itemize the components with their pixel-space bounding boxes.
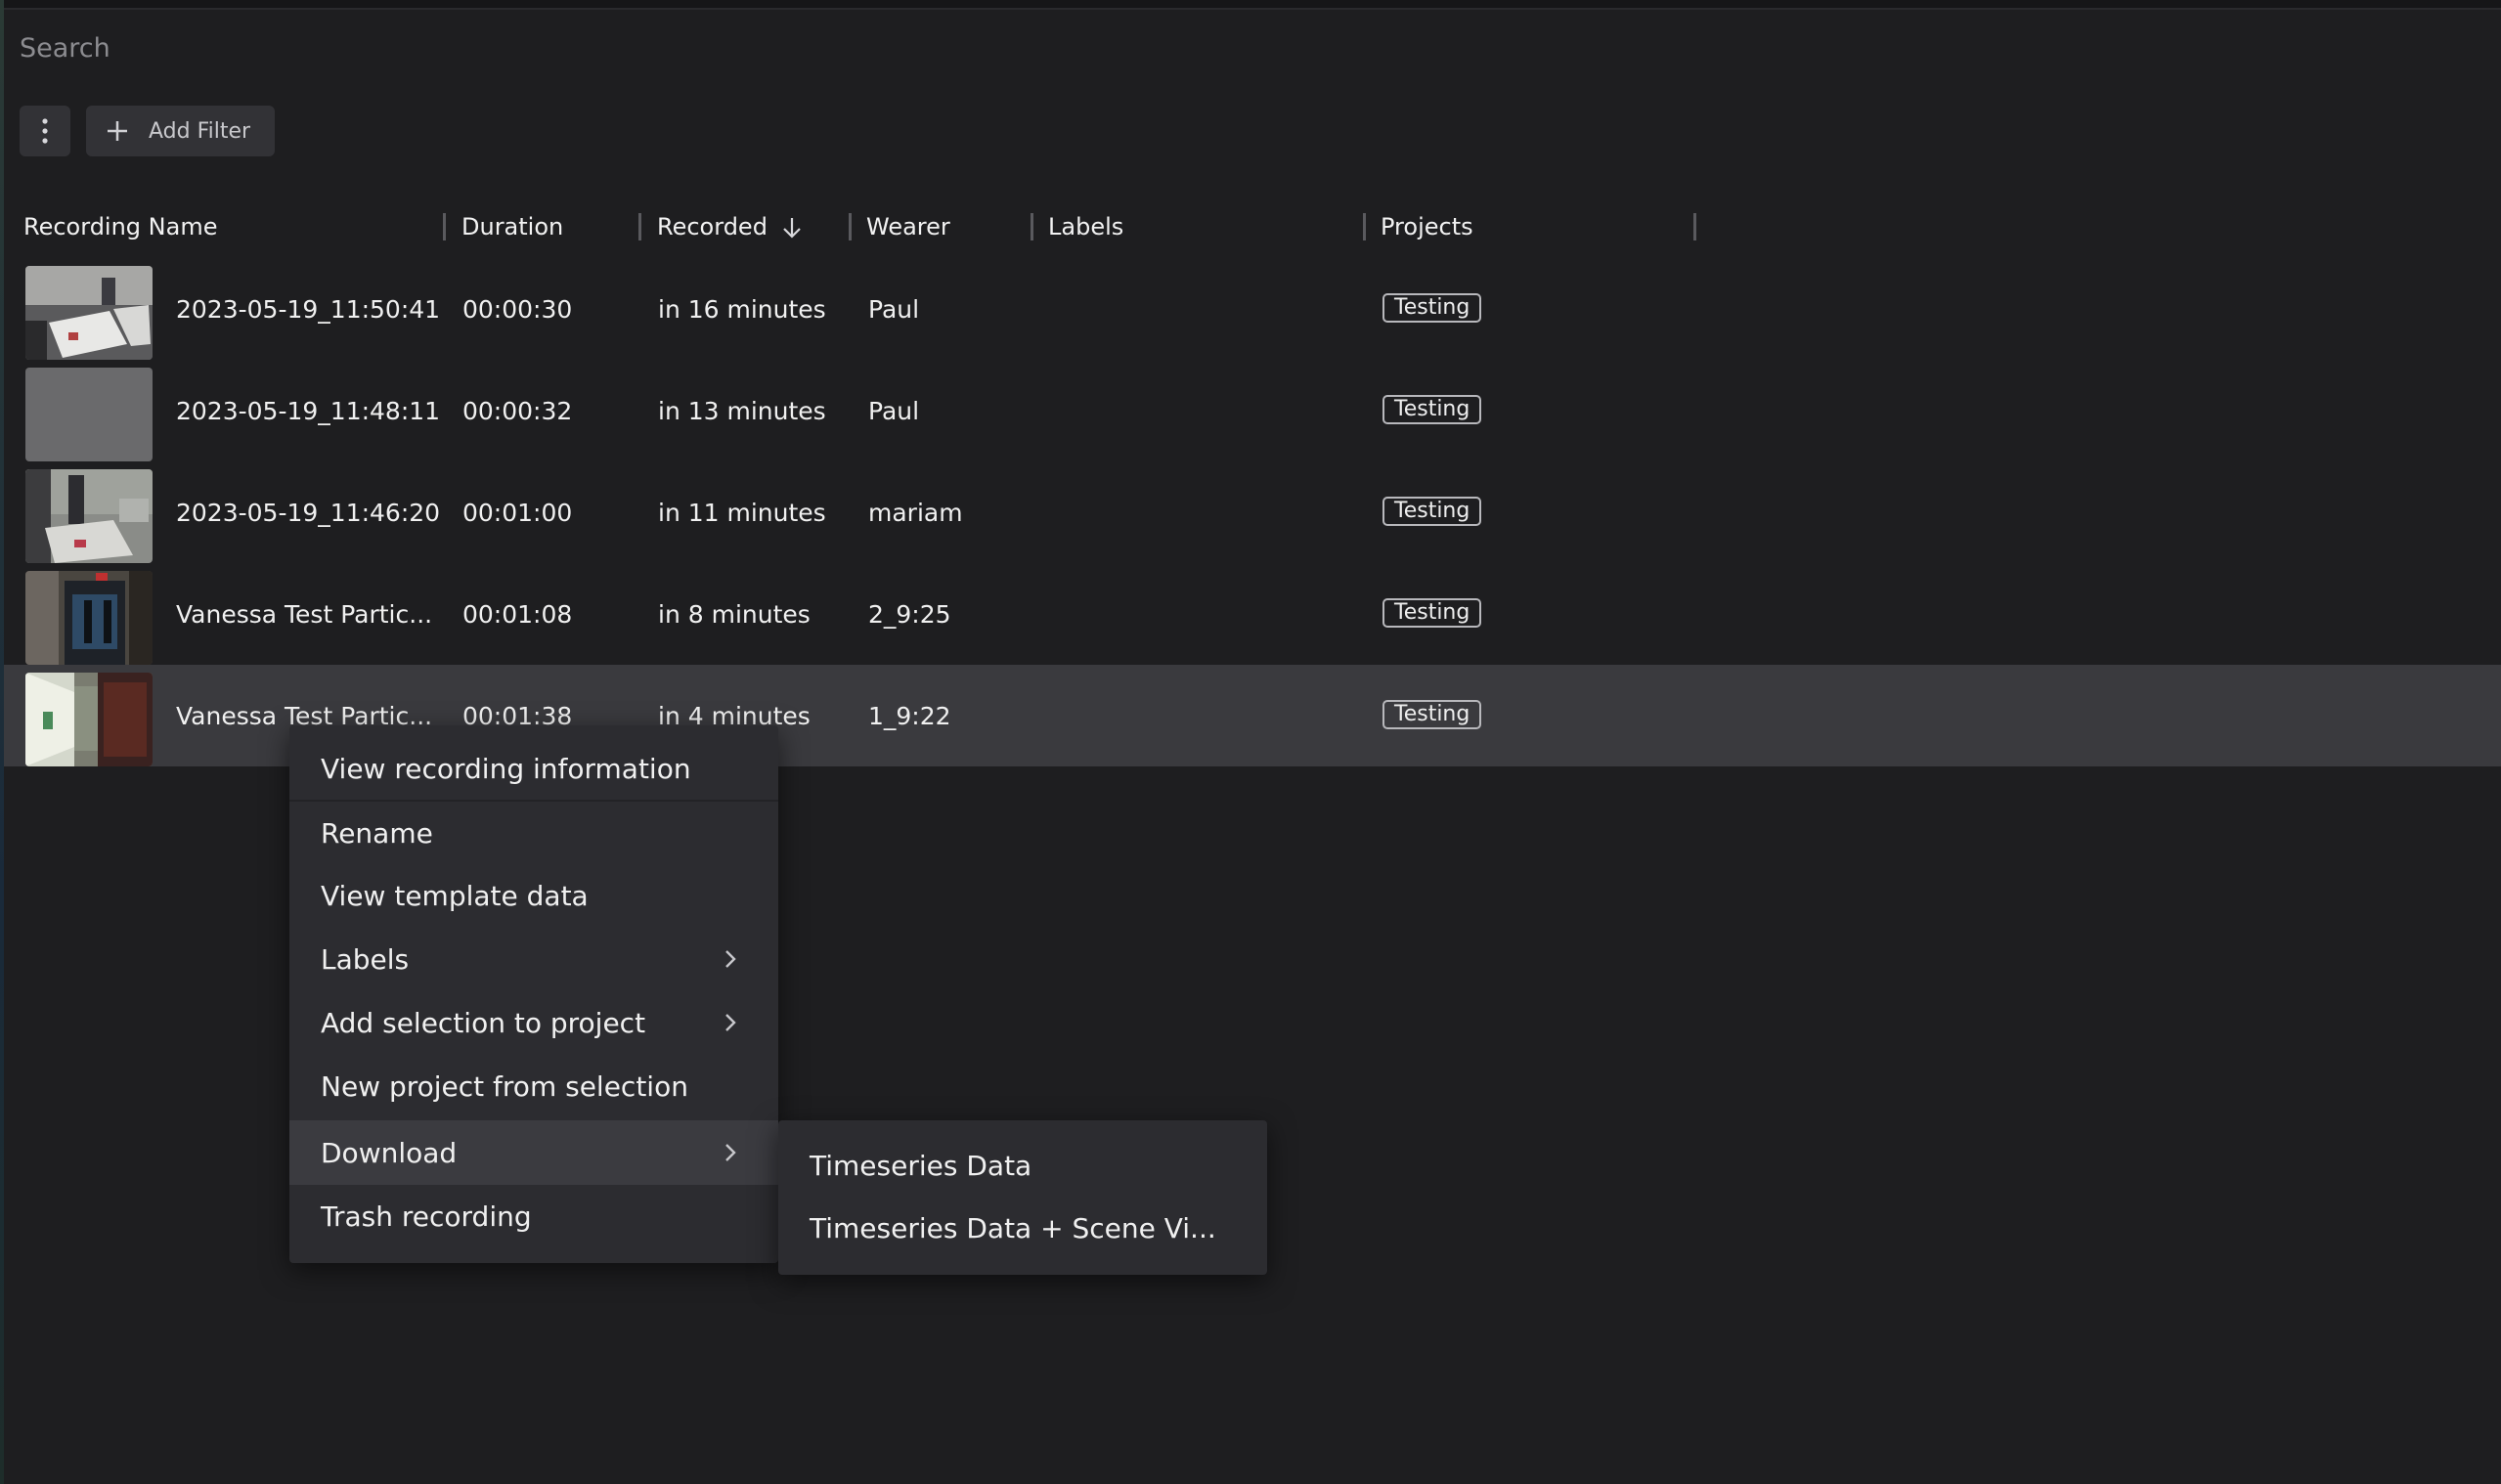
download-submenu: Timeseries Data Timeseries Data + Scene …: [778, 1120, 1267, 1275]
duration: 00:00:30: [462, 294, 573, 324]
table-row[interactable]: Vanessa Test Partic... 00:01:08 in 8 min…: [4, 563, 2501, 665]
column-header-recorded[interactable]: Recorded: [657, 213, 803, 240]
recording-thumbnail: [25, 673, 153, 766]
recording-thumbnail: [25, 469, 153, 563]
chevron-right-icon: [725, 1014, 736, 1031]
table-row[interactable]: 2023-05-19_11:50:41 00:00:30 in 16 minut…: [4, 258, 2501, 360]
menu-item-label: View template data: [321, 879, 589, 912]
table-row[interactable]: 2023-05-19_11:48:11 00:00:32 in 13 minut…: [4, 360, 2501, 461]
duration: 00:01:00: [462, 498, 573, 527]
column-resize-handle[interactable]: [1693, 213, 1696, 240]
recorded-time: in 16 minutes: [658, 294, 826, 324]
column-header-recorded-label: Recorded: [657, 213, 768, 240]
submenu-item-timeseries-data[interactable]: Timeseries Data: [778, 1134, 1267, 1197]
recording-name[interactable]: 2023-05-19_11:46:20: [176, 461, 440, 563]
submenu-item-timeseries-data-scene-video[interactable]: Timeseries Data + Scene Vi...: [778, 1197, 1267, 1259]
column-resize-handle[interactable]: [849, 213, 852, 240]
column-resize-handle[interactable]: [638, 213, 641, 240]
recording-thumbnail: [25, 571, 153, 665]
search-input[interactable]: Search: [20, 33, 110, 64]
context-menu: View recording information Rename View t…: [289, 725, 778, 1263]
menu-item-trash-recording[interactable]: Trash recording: [289, 1185, 778, 1247]
table-row[interactable]: 2023-05-19_11:46:20 00:01:00 in 11 minut…: [4, 461, 2501, 563]
recording-name[interactable]: 2023-05-19_11:48:11: [176, 360, 440, 461]
arrow-down-icon: [783, 218, 801, 239]
column-header-recording-name[interactable]: Recording Name: [23, 213, 217, 240]
menu-item-label: View recording information: [321, 752, 691, 785]
menu-item-label: Trash recording: [321, 1200, 532, 1233]
menu-item-label: Rename: [321, 816, 433, 850]
column-resize-handle[interactable]: [443, 213, 446, 240]
menu-item-label: Add selection to project: [321, 1006, 646, 1039]
project-tag[interactable]: Testing: [1382, 293, 1482, 323]
chevron-right-icon: [725, 950, 736, 968]
menu-item-add-selection-to-project[interactable]: Add selection to project: [289, 991, 778, 1054]
recordings-app: Search Add Filter Recording Name Duratio…: [0, 0, 2501, 1484]
add-filter-button[interactable]: Add Filter: [86, 106, 275, 156]
recording-name[interactable]: 2023-05-19_11:50:41: [176, 258, 440, 360]
more-options-button[interactable]: [20, 106, 70, 156]
plus-icon: [108, 121, 127, 141]
wearer: 1_9:22: [868, 701, 951, 730]
column-resize-handle[interactable]: [1363, 213, 1366, 240]
recording-name[interactable]: Vanessa Test Partic...: [176, 563, 432, 665]
project-tag[interactable]: Testing: [1382, 497, 1482, 526]
menu-item-label: Download: [321, 1136, 458, 1169]
recorded-time: in 8 minutes: [658, 599, 811, 629]
wearer: Paul: [868, 396, 920, 425]
duration: 00:00:32: [462, 396, 573, 425]
top-bar: [4, 0, 2501, 10]
menu-item-labels[interactable]: Labels: [289, 928, 778, 990]
column-header-duration[interactable]: Duration: [461, 213, 563, 240]
recorded-time: in 13 minutes: [658, 396, 826, 425]
menu-item-new-project-from-selection[interactable]: New project from selection: [289, 1055, 778, 1117]
kebab-vertical-icon: [42, 118, 48, 144]
wearer: mariam: [868, 498, 963, 527]
menu-item-view-template-data[interactable]: View template data: [289, 864, 778, 927]
recording-thumbnail: [25, 266, 153, 360]
project-tag[interactable]: Testing: [1382, 395, 1482, 424]
submenu-item-label: Timeseries Data + Scene Vi...: [810, 1211, 1216, 1244]
recorded-time: in 11 minutes: [658, 498, 826, 527]
column-header-labels[interactable]: Labels: [1048, 213, 1123, 240]
add-filter-label: Add Filter: [149, 118, 251, 144]
menu-item-rename[interactable]: Rename: [289, 802, 778, 864]
column-header-wearer[interactable]: Wearer: [866, 213, 950, 240]
recording-thumbnail: [25, 368, 153, 461]
menu-item-view-recording-information[interactable]: View recording information: [289, 737, 778, 800]
submenu-item-label: Timeseries Data: [810, 1149, 1032, 1182]
chevron-right-icon: [725, 1144, 736, 1161]
wearer: 2_9:25: [868, 599, 951, 629]
column-header-projects[interactable]: Projects: [1381, 213, 1473, 240]
project-tag[interactable]: Testing: [1382, 598, 1482, 628]
menu-item-download[interactable]: Download: [289, 1120, 778, 1185]
column-resize-handle[interactable]: [1031, 213, 1033, 240]
menu-item-label: New project from selection: [321, 1069, 688, 1103]
duration: 00:01:08: [462, 599, 573, 629]
project-tag[interactable]: Testing: [1382, 700, 1482, 729]
menu-item-label: Labels: [321, 942, 410, 976]
wearer: Paul: [868, 294, 920, 324]
